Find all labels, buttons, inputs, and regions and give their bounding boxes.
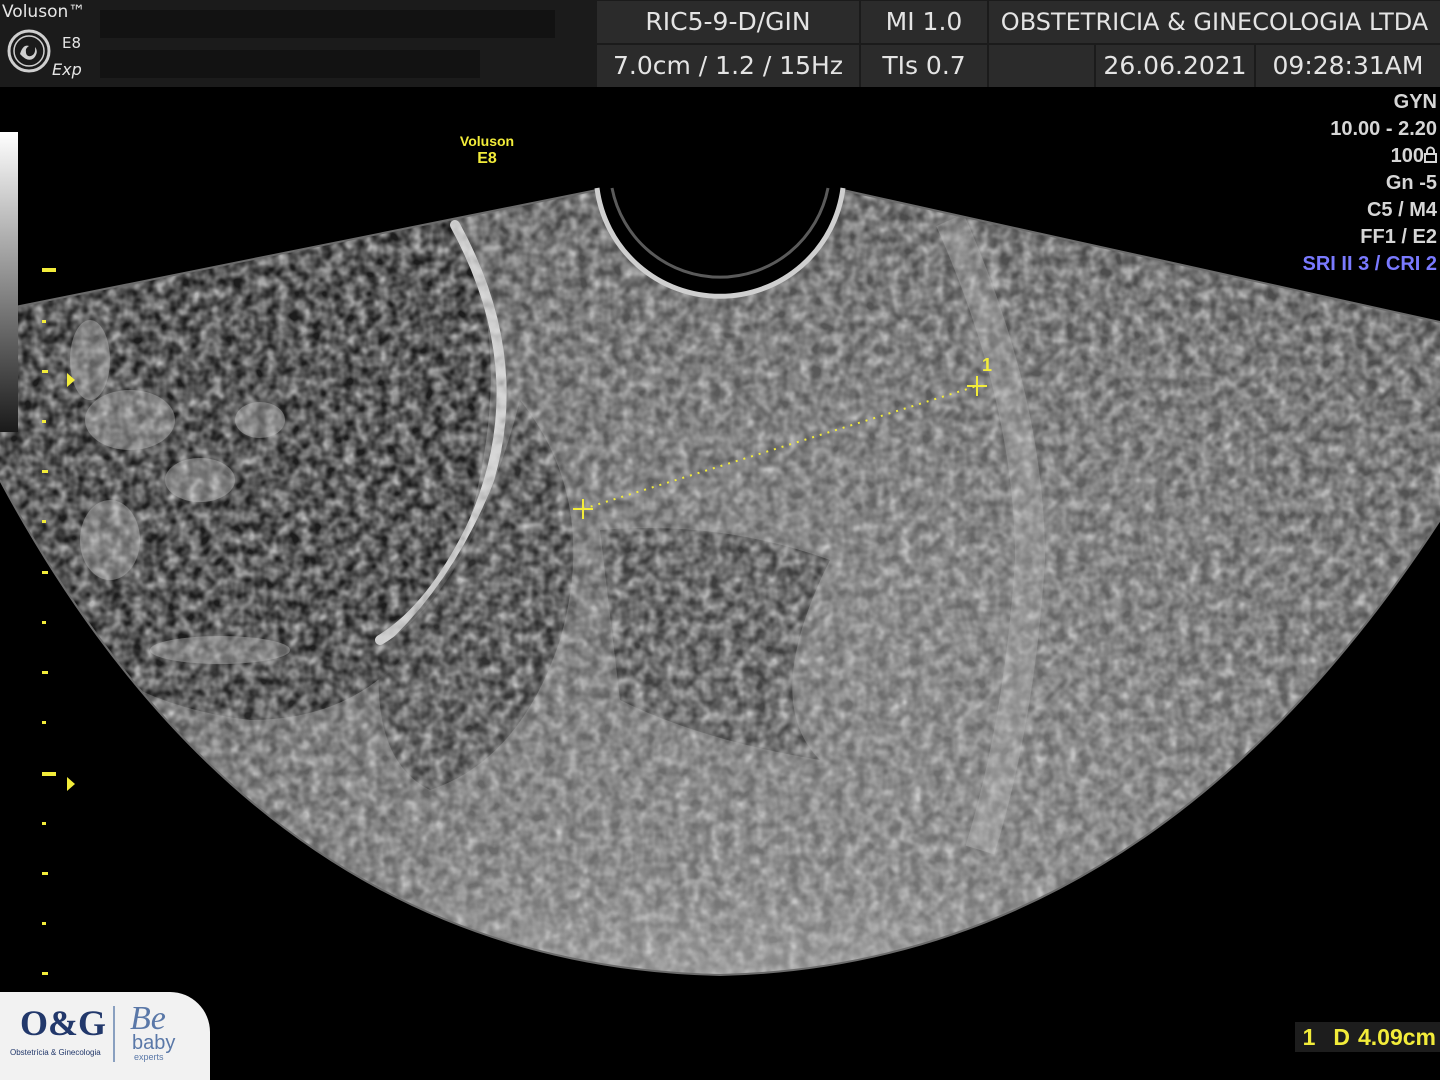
be-logo-experts: experts xyxy=(134,1052,164,1062)
param-filter: FF1 / E2 xyxy=(1360,226,1437,248)
param-sri: SRI II 3 / CRI 2 xyxy=(1302,253,1437,275)
measurement-value: 4.09cm xyxy=(1357,1024,1436,1050)
param-map: C5 / M4 xyxy=(1366,199,1437,221)
parameter-list: GYN 10.00 - 2.20 100 Gn -5 C5 / M4 FF1 /… xyxy=(1303,89,1437,278)
focus-marker-icon-lower xyxy=(67,777,75,791)
grayscale-bar xyxy=(0,132,18,432)
og-logo-subtitle: Obstetrícia & Ginecologia xyxy=(10,1048,101,1057)
param-power: 100 xyxy=(1390,145,1424,167)
param-frequency: 10.00 - 2.20 xyxy=(1330,118,1437,140)
speckle-texture xyxy=(0,190,1440,975)
probe-label-line1: Voluson xyxy=(459,133,515,149)
lock-icon xyxy=(1424,146,1437,163)
param-power-row: 100 xyxy=(1303,143,1437,170)
caliper-number: 1 xyxy=(982,355,992,375)
ultrasound-image: 1 xyxy=(0,187,1440,977)
param-gain: Gn -5 xyxy=(1385,172,1437,194)
og-logo-text: O&G xyxy=(20,1003,106,1043)
clinic-watermark: O&G Obstetrícia & Ginecologia Be baby ex… xyxy=(0,992,210,1080)
measurement-type: D xyxy=(1333,1024,1350,1050)
measurement-readout: 1 D 4.09cm xyxy=(1294,1022,1440,1052)
measurement-index: 1 xyxy=(1302,1024,1316,1050)
probe-label: Voluson E8 xyxy=(452,133,522,169)
watermark-divider xyxy=(113,1006,115,1062)
param-preset: GYN xyxy=(1393,91,1437,113)
probe-label-line2: E8 xyxy=(477,150,497,167)
